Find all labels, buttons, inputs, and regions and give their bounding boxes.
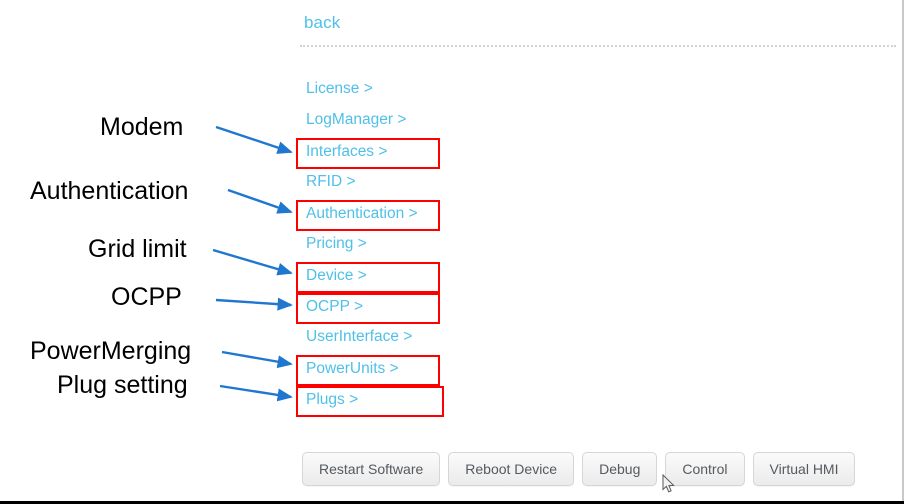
- menu-item-label: Plugs >: [306, 391, 359, 408]
- arrow-ocpp: [215, 297, 293, 311]
- menu-item-label: Device >: [306, 267, 367, 284]
- arrow-authentication: [227, 188, 293, 214]
- annotation-label-authentication: Authentication: [30, 177, 189, 205]
- header-divider: [300, 45, 896, 47]
- restart-software-button[interactable]: Restart Software: [302, 452, 441, 486]
- annotation-label-modem: Modem: [100, 113, 184, 141]
- menu-item-label: LogManager >: [306, 111, 407, 128]
- arrow-modem: [215, 125, 293, 154]
- reboot-device-button[interactable]: Reboot Device: [448, 452, 575, 486]
- menu-item-label: RFID >: [306, 173, 356, 190]
- annotation-label-plug-setting: Plug setting: [57, 371, 188, 399]
- menu-item-license[interactable]: License >: [296, 76, 596, 107]
- annotation-label-powermerging: PowerMerging: [30, 337, 192, 365]
- annotation-label-ocpp: OCPP: [111, 283, 182, 311]
- menu-item-label: OCPP >: [306, 298, 364, 315]
- mouse-cursor-icon: [662, 474, 675, 493]
- screenshot-root: Modem Authentication Grid limit OCPP Pow…: [0, 0, 904, 504]
- menu-item-label: PowerUnits >: [306, 360, 399, 377]
- menu-item-interfaces[interactable]: Interfaces >: [296, 138, 440, 169]
- menu-item-ocpp[interactable]: OCPP >: [296, 293, 440, 324]
- web-config-panel: back License > LogManager > Interfaces >…: [296, 0, 904, 501]
- back-link[interactable]: back: [304, 13, 340, 33]
- menu-item-device[interactable]: Device >: [296, 262, 440, 293]
- menu-item-powerunits[interactable]: PowerUnits >: [296, 355, 440, 386]
- action-button-bar: Restart Software Reboot Device Debug Con…: [302, 452, 856, 486]
- menu-item-label: License >: [306, 80, 373, 97]
- menu-item-label: Pricing >: [306, 235, 367, 252]
- arrow-powermerging: [221, 350, 293, 369]
- config-menu-list: License > LogManager > Interfaces > RFID…: [296, 76, 596, 417]
- menu-item-rfid[interactable]: RFID >: [296, 169, 596, 200]
- arrow-plug-setting: [219, 384, 293, 402]
- arrow-grid-limit: [212, 248, 293, 276]
- menu-item-label: UserInterface >: [306, 328, 413, 345]
- menu-item-label: Interfaces >: [306, 143, 388, 160]
- virtual-hmi-button[interactable]: Virtual HMI: [752, 452, 856, 486]
- menu-item-logmanager[interactable]: LogManager >: [296, 107, 596, 138]
- menu-item-authentication[interactable]: Authentication >: [296, 200, 440, 231]
- debug-button[interactable]: Debug: [582, 452, 658, 486]
- menu-item-label: Authentication >: [306, 205, 418, 222]
- control-button[interactable]: Control: [665, 452, 745, 486]
- menu-item-plugs[interactable]: Plugs >: [296, 386, 444, 417]
- menu-item-userinterface[interactable]: UserInterface >: [296, 324, 596, 355]
- annotation-label-grid-limit: Grid limit: [88, 235, 187, 263]
- menu-item-pricing[interactable]: Pricing >: [296, 231, 596, 262]
